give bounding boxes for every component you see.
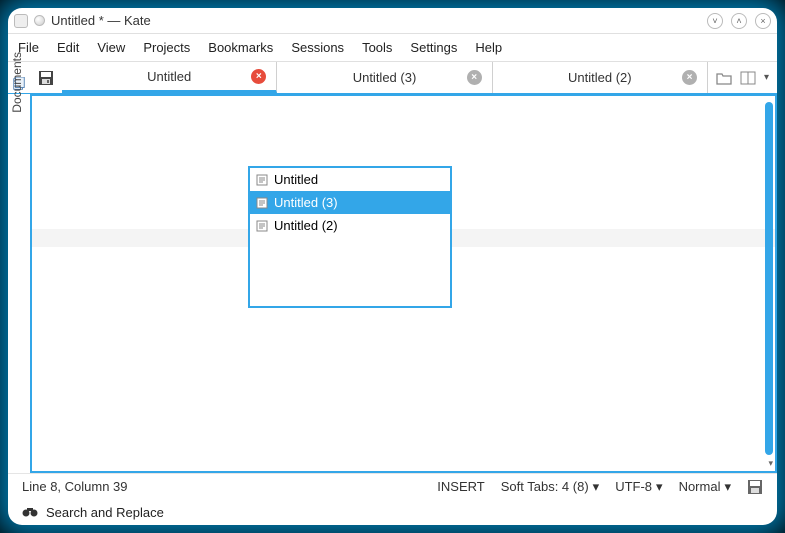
document-icon <box>256 220 268 232</box>
chevron-down-icon: ▾ <box>593 479 600 495</box>
status-bar: Line 8, Column 39 INSERT Soft Tabs: 4 (8… <box>8 473 777 499</box>
tab-settings[interactable]: Soft Tabs: 4 (8)▾ <box>501 479 599 495</box>
switcher-item[interactable]: Untitled (2) <box>250 214 450 237</box>
scroll-down-icon[interactable]: ▾ <box>768 458 773 469</box>
window-shade-icon[interactable] <box>34 15 45 26</box>
save-icon[interactable] <box>38 70 54 86</box>
document-icon <box>256 197 268 209</box>
tab-label: Untitled (2) <box>568 70 632 85</box>
minimize-button[interactable]: ˅ <box>707 13 723 29</box>
tab-label: Untitled <box>147 69 191 84</box>
menu-settings[interactable]: Settings <box>410 40 457 55</box>
menu-projects[interactable]: Projects <box>143 40 190 55</box>
switcher-item[interactable]: Untitled (3) <box>250 191 450 214</box>
vertical-scrollbar[interactable] <box>765 102 773 455</box>
close-tab-icon[interactable]: × <box>467 70 482 85</box>
menu-edit[interactable]: Edit <box>57 40 79 55</box>
chevron-down-icon: ▾ <box>656 479 663 495</box>
close-window-button[interactable]: × <box>755 13 771 29</box>
menu-bookmarks[interactable]: Bookmarks <box>208 40 273 55</box>
cursor-position[interactable]: Line 8, Column 39 <box>22 479 128 494</box>
tab-untitled-3[interactable]: Untitled (3) × <box>277 62 492 93</box>
window-title: Untitled * — Kate <box>51 13 699 28</box>
titlebar: Untitled * — Kate ˅ ˄ × <box>8 8 777 34</box>
menu-view[interactable]: View <box>97 40 125 55</box>
save-icon[interactable] <box>747 479 763 495</box>
close-tab-icon[interactable]: × <box>682 70 697 85</box>
menu-help[interactable]: Help <box>475 40 502 55</box>
window-icon <box>14 14 28 28</box>
switcher-item-label: Untitled <box>274 172 318 187</box>
binoculars-icon <box>22 506 38 518</box>
document-icon <box>256 174 268 186</box>
close-tab-icon[interactable]: × <box>251 69 266 84</box>
switcher-item-label: Untitled (2) <box>274 218 338 233</box>
tab-bar: Untitled × Untitled (3) × Untitled (2) ×… <box>8 62 777 94</box>
document-switcher-popup: Untitled Untitled (3) Untitled (2) <box>248 166 452 308</box>
encoding-selector[interactable]: UTF-8▾ <box>615 479 662 495</box>
bottom-panel: Search and Replace <box>8 499 777 525</box>
text-editor[interactable]: ▾ Untitled Untitled (3) Untitled (2) <box>30 94 777 473</box>
menubar: File Edit View Projects Bookmarks Sessio… <box>8 34 777 62</box>
switcher-item-label: Untitled (3) <box>274 195 338 210</box>
insert-mode[interactable]: INSERT <box>437 479 484 494</box>
tab-untitled[interactable]: Untitled × <box>62 62 277 93</box>
menu-sessions[interactable]: Sessions <box>291 40 344 55</box>
search-replace-toggle[interactable]: Search and Replace <box>46 505 164 520</box>
tab-overflow-icon[interactable]: ▾ <box>764 72 769 83</box>
switcher-item[interactable]: Untitled <box>250 168 450 191</box>
chevron-down-icon: ▾ <box>724 479 731 495</box>
open-folder-icon[interactable] <box>716 70 732 86</box>
highlight-mode[interactable]: Normal▾ <box>679 479 731 495</box>
split-view-icon[interactable] <box>740 70 756 86</box>
tab-untitled-2[interactable]: Untitled (2) × <box>493 62 708 93</box>
menu-tools[interactable]: Tools <box>362 40 392 55</box>
tab-label: Untitled (3) <box>353 70 417 85</box>
documents-sidebar-label[interactable]: Documents <box>10 52 24 113</box>
maximize-button[interactable]: ˄ <box>731 13 747 29</box>
